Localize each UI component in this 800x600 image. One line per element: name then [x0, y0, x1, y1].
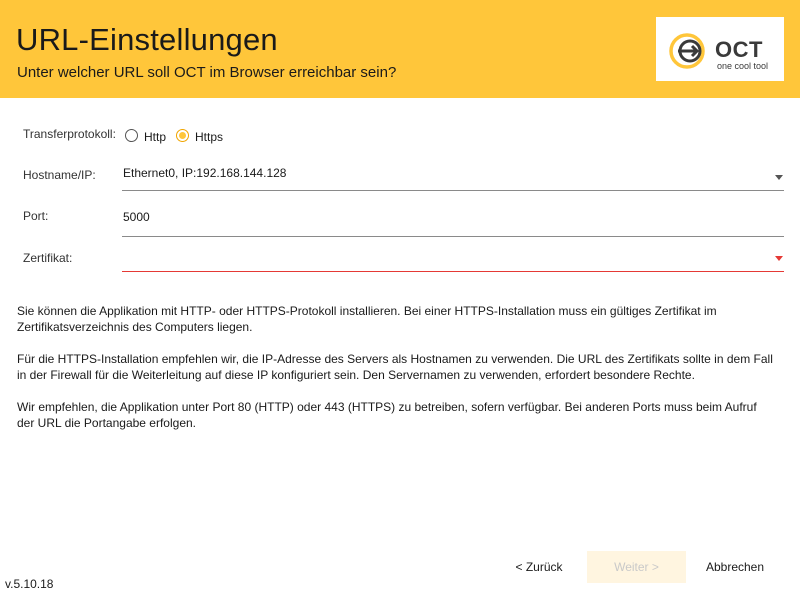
oct-logo: OCT one cool tool — [656, 17, 784, 81]
hostname-underline — [122, 190, 784, 191]
header-banner: URL-Einstellungen Unter welcher URL soll… — [0, 0, 800, 98]
version-label: v.5.10.18 — [5, 577, 54, 591]
radio-http[interactable] — [125, 129, 138, 142]
info-paragraph-protocol: Sie können die Applikation mit HTTP- ode… — [17, 304, 717, 334]
oct-logo-icon — [669, 33, 705, 69]
radio-https[interactable] — [176, 129, 189, 142]
radio-http-label[interactable]: Http — [144, 130, 166, 144]
page-title: URL-Einstellungen — [16, 22, 278, 57]
back-button[interactable]: < Zurück — [506, 551, 572, 583]
next-button[interactable]: Weiter > — [587, 551, 686, 583]
page-subtitle: Unter welcher URL soll OCT im Browser er… — [17, 64, 397, 81]
hostname-label: Hostname/IP: — [23, 168, 96, 182]
port-label: Port: — [23, 209, 49, 223]
info-paragraph-hostname: Für die HTTPS-Installation empfehlen wir… — [17, 352, 773, 382]
hostname-select[interactable]: Ethernet0, IP:192.168.144.128 — [123, 166, 286, 180]
info-paragraph-port: Wir empfehlen, die Applikation unter Por… — [17, 400, 757, 430]
certificate-chevron-down-icon[interactable] — [775, 256, 783, 261]
logo-name: OCT — [715, 37, 763, 62]
radio-https-label[interactable]: Https — [195, 130, 223, 144]
certificate-underline — [122, 271, 784, 272]
port-input[interactable]: 5000 — [123, 210, 150, 224]
cancel-button[interactable]: Abbrechen — [698, 551, 772, 583]
hostname-chevron-down-icon[interactable] — [775, 175, 783, 180]
certificate-label: Zertifikat: — [23, 251, 73, 265]
port-underline — [122, 236, 784, 237]
logo-tagline: one cool tool — [717, 61, 769, 71]
protocol-label: Transferprotokoll: — [23, 127, 116, 141]
